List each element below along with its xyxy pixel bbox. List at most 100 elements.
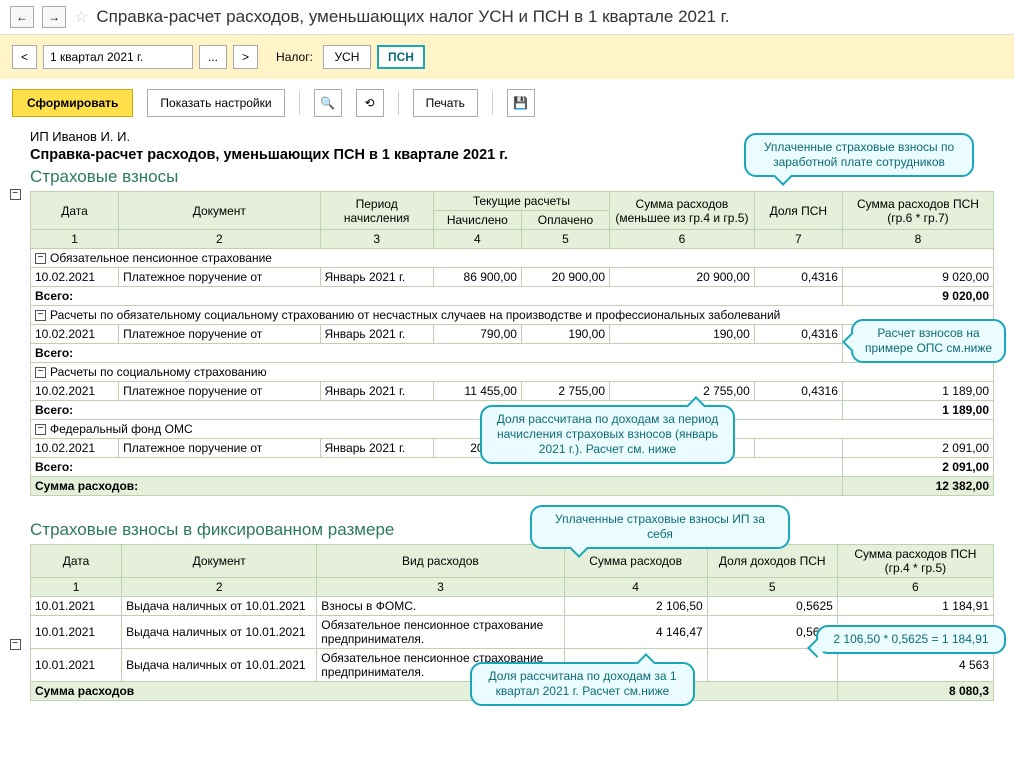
total-label: Всего: (31, 287, 843, 306)
th-exp: Сумма расходов (меньшее из гр.4 и гр.5) (610, 192, 755, 230)
tree-toggle[interactable]: − (10, 639, 21, 650)
table-row: 10.02.2021 Платежное поручение от Январь… (31, 268, 994, 287)
cell-doc[interactable]: Выдача наличных от 10.01.2021 (122, 616, 317, 649)
group-toggle[interactable]: − (35, 253, 46, 264)
cell-doc[interactable]: Платежное поручение от (119, 325, 320, 344)
cell-date: 10.02.2021 (31, 268, 119, 287)
cell-share: 0,5625 (707, 597, 837, 616)
th-doc: Документ (119, 192, 320, 230)
total-value: 2 091,00 (842, 458, 993, 477)
cell-date: 10.02.2021 (31, 439, 119, 458)
th-n2: 2 (119, 230, 320, 249)
cell-psn: 2 091,00 (842, 439, 993, 458)
section-title-2: Страховые взносы в фиксированном размере (30, 520, 994, 540)
th-n7: 7 (754, 230, 842, 249)
cell-date: 10.01.2021 (31, 616, 122, 649)
cell-kind: Взносы в ФОМС. (317, 597, 564, 616)
group-toggle[interactable]: − (35, 310, 46, 321)
forward-button[interactable]: → (42, 6, 66, 28)
save-button[interactable]: 💾 (507, 89, 535, 117)
cell-sum: 2 106,50 (564, 597, 707, 616)
total-value: 1 189,00 (842, 401, 993, 420)
group-toggle[interactable]: − (35, 424, 46, 435)
th-accrued: Начислено (433, 211, 521, 230)
th2-n4: 4 (564, 578, 707, 597)
callout-ops-example: Расчет взносов на примере ОПС см.ниже (851, 319, 1006, 363)
cell-date: 10.01.2021 (31, 649, 122, 682)
tree-toggle[interactable]: − (10, 189, 21, 200)
table-row: 10.01.2021 Выдача наличных от 10.01.2021… (31, 597, 994, 616)
th-current: Текущие расчеты (433, 192, 609, 211)
th2-n6: 6 (837, 578, 993, 597)
cell-date: 10.01.2021 (31, 597, 122, 616)
forward-icon: → (48, 10, 60, 24)
print-button[interactable]: Печать (413, 89, 478, 117)
period-next-button[interactable]: > (233, 45, 258, 69)
cell-period: Январь 2021 г. (320, 268, 433, 287)
tax-tab-psn[interactable]: ПСН (377, 45, 425, 69)
tax-tab-usn[interactable]: УСН (323, 45, 371, 69)
th-n3: 3 (320, 230, 433, 249)
cell-doc[interactable]: Выдача наличных от 10.01.2021 (122, 649, 317, 682)
cell-exp: 2 755,00 (610, 382, 755, 401)
callout-share-quarter: Доля рассчитана по доходам за 1 квартал … (470, 662, 695, 706)
cell-exp: 20 900,00 (610, 268, 755, 287)
group-name[interactable]: −Расчеты по обязательному социальному ст… (31, 306, 994, 325)
group-name[interactable]: −Обязательное пенсионное страхование (31, 249, 994, 268)
separator (299, 91, 300, 115)
find-button[interactable]: 🔍 (314, 89, 342, 117)
th2-n3: 3 (317, 578, 564, 597)
th-n8: 8 (842, 230, 993, 249)
th2-psn: Сумма расходов ПСН (гр.4 * гр.5) (837, 545, 993, 578)
group-toggle[interactable]: − (35, 367, 46, 378)
th-date: Дата (31, 192, 119, 230)
show-settings-button[interactable]: Показать настройки (147, 89, 284, 117)
cell-share: 0,4316 (754, 325, 842, 344)
cell-accrued: 790,00 (433, 325, 521, 344)
total-label: Всего: (31, 344, 843, 363)
cell-paid: 2 755,00 (521, 382, 609, 401)
cell-doc[interactable]: Платежное поручение от (119, 439, 320, 458)
period-input[interactable]: 1 квартал 2021 г. (43, 45, 193, 69)
cell-exp: 190,00 (610, 325, 755, 344)
back-button[interactable]: ← (10, 6, 34, 28)
th2-kind: Вид расходов (317, 545, 564, 578)
cell-paid: 190,00 (521, 325, 609, 344)
cell-period: Январь 2021 г. (320, 439, 433, 458)
cell-share: 0,4316 (754, 268, 842, 287)
tax-label: Налог: (276, 50, 313, 64)
form-button[interactable]: Сформировать (12, 89, 133, 117)
th-n6: 6 (610, 230, 755, 249)
floppy-icon: 💾 (513, 96, 528, 110)
th-n1: 1 (31, 230, 119, 249)
table-row: 10.02.2021 Платежное поручение от Январь… (31, 382, 994, 401)
favorite-star-icon[interactable]: ☆ (74, 7, 88, 27)
period-picker-button[interactable]: ... (199, 45, 227, 69)
th2-date: Дата (31, 545, 122, 578)
cell-period: Январь 2021 г. (320, 325, 433, 344)
search-icon: 🔍 (320, 96, 335, 110)
cell-share: 0,4316 (754, 382, 842, 401)
cell-paid: 20 900,00 (521, 268, 609, 287)
period-prev-button[interactable]: < (12, 45, 37, 69)
cell-doc[interactable]: Платежное поручение от (119, 382, 320, 401)
cell-sum: 4 146,47 (564, 616, 707, 649)
th2-share: Доля доходов ПСН (707, 545, 837, 578)
th-psn: Сумма расходов ПСН (гр.6 * гр.7) (842, 192, 993, 230)
th2-n2: 2 (122, 578, 317, 597)
separator (398, 91, 399, 115)
expand-button[interactable]: ⟲ (356, 89, 384, 117)
group-name[interactable]: −Расчеты по социальному страхованию (31, 363, 994, 382)
callout-share-period: Доля рассчитана по доходам за период нач… (480, 405, 735, 464)
cell-doc[interactable]: Платежное поручение от (119, 268, 320, 287)
page-title: Справка-расчет расходов, уменьшающих нал… (96, 7, 729, 27)
cell-doc[interactable]: Выдача наличных от 10.01.2021 (122, 597, 317, 616)
th2-n1: 1 (31, 578, 122, 597)
th2-doc: Документ (122, 545, 317, 578)
th-share: Доля ПСН (754, 192, 842, 230)
cell-date: 10.02.2021 (31, 325, 119, 344)
back-icon: ← (16, 10, 28, 24)
cell-share (754, 439, 842, 458)
cell-psn: 1 189,00 (842, 382, 993, 401)
th-paid: Оплачено (521, 211, 609, 230)
